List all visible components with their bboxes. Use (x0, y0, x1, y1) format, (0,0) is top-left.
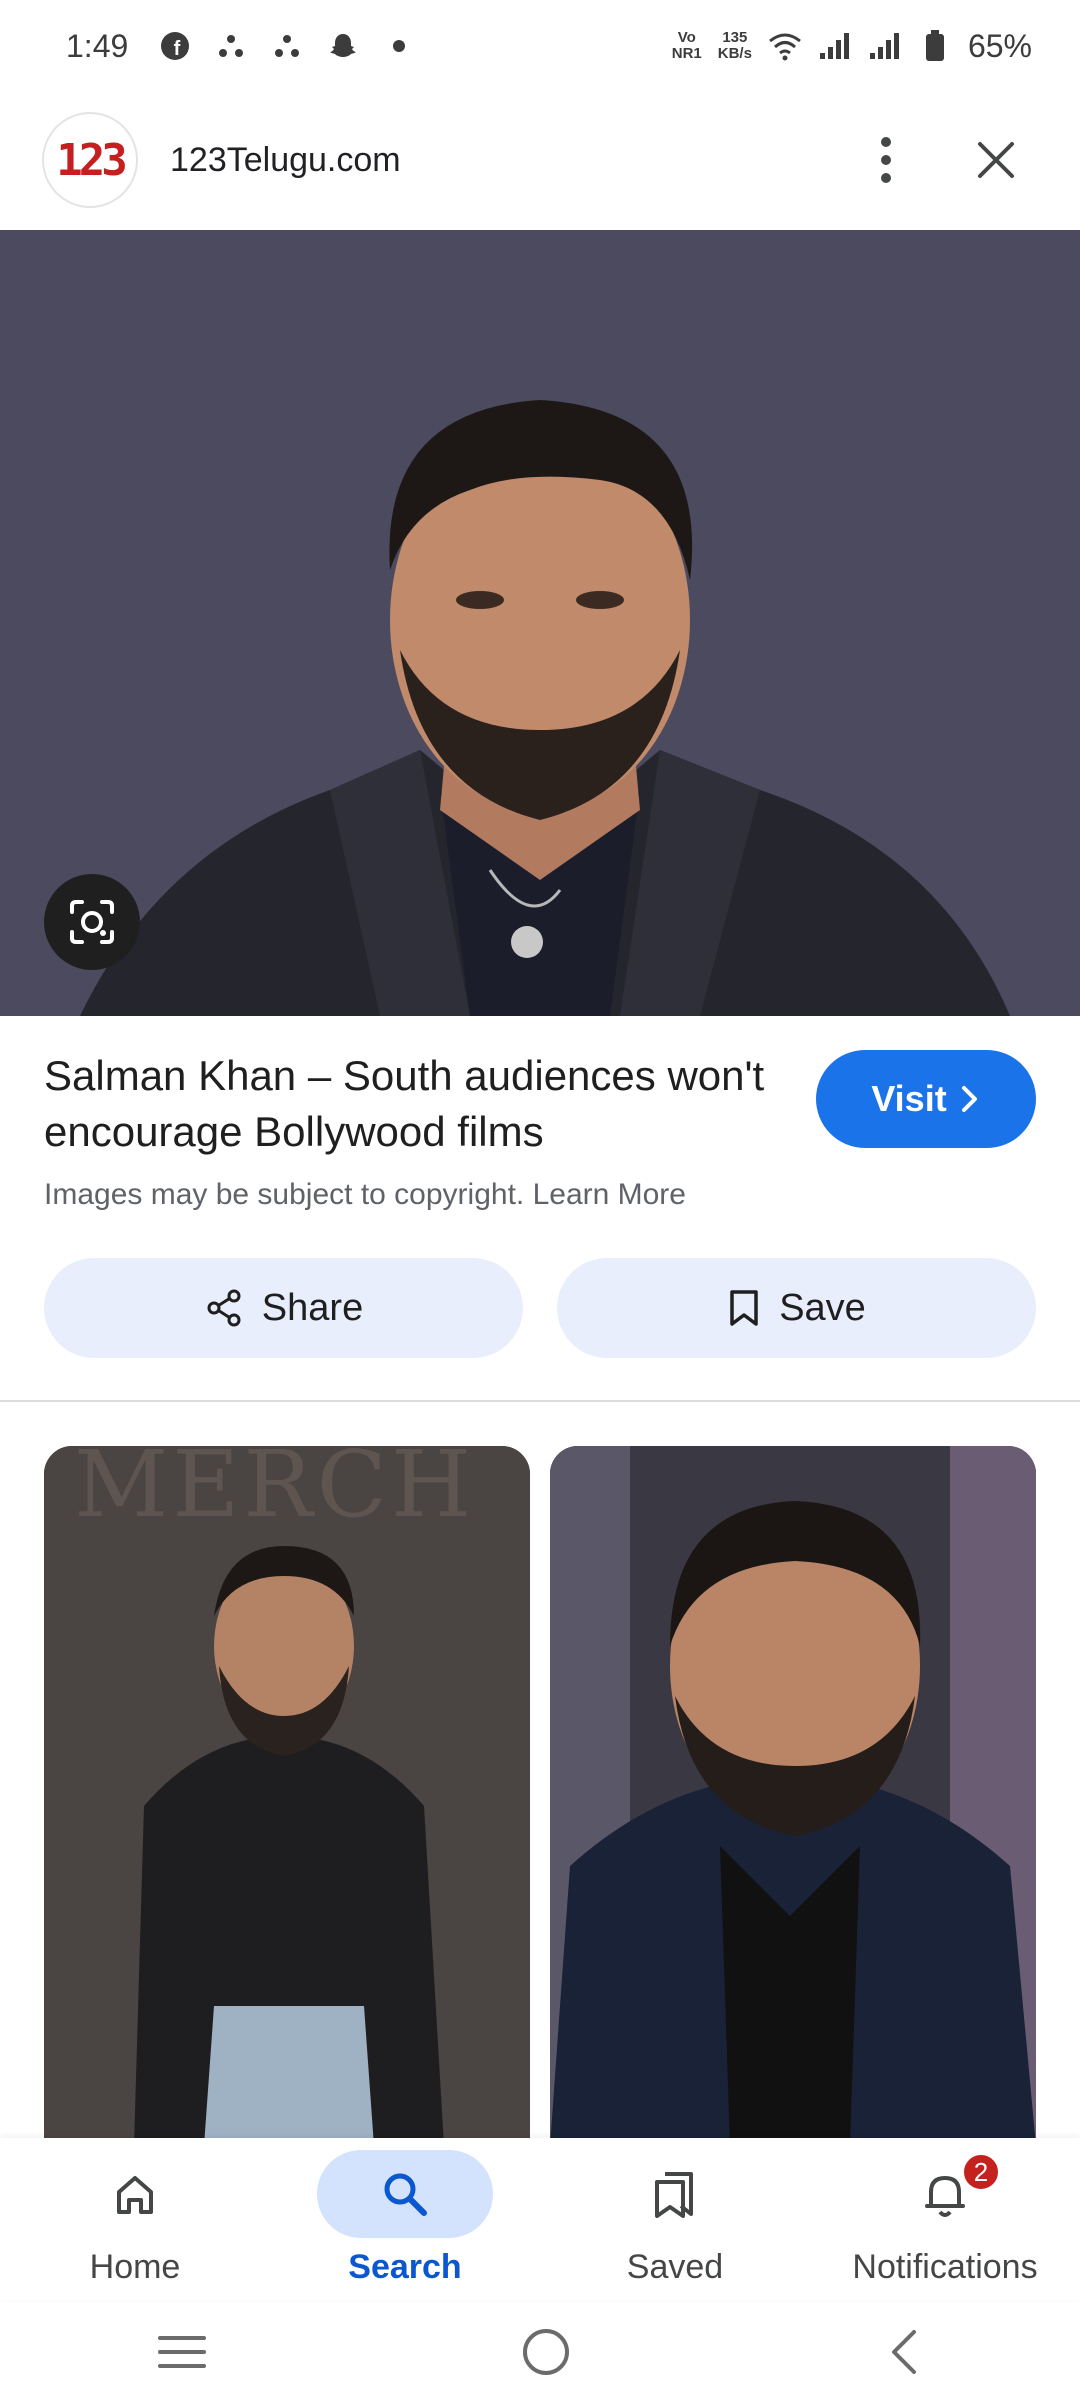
status-right: Vo NR1 135 KB/s 65% (672, 28, 1032, 65)
nav-search-label: Search (348, 2248, 462, 2286)
save-button[interactable]: Save (557, 1258, 1036, 1358)
svg-text:f: f (174, 38, 181, 60)
facebook-icon: f (158, 29, 192, 63)
man-closeup-image (550, 1446, 1036, 2146)
google-lens-button[interactable] (44, 874, 140, 970)
signal-icon (868, 29, 902, 63)
speed-unit: KB/s (717, 45, 752, 62)
main-image[interactable] (0, 230, 1080, 1016)
man-portrait-image (0, 230, 1080, 1016)
related-image[interactable]: MERCH (44, 1446, 530, 2146)
save-label: Save (779, 1286, 866, 1329)
bookmark-icon (730, 1290, 758, 1326)
network-speed: 135 KB/s (718, 30, 752, 62)
speed-value: 135 (722, 29, 748, 46)
nav-saved-icon-wrap (587, 2150, 763, 2238)
home-circle-icon (522, 2328, 569, 2375)
related-image[interactable] (550, 1446, 1036, 2146)
recents-icon (158, 2335, 207, 2368)
nav-notifications-label: Notifications (852, 2248, 1038, 2286)
bottom-navigation: Home Search Saved 2 Notifications (0, 2138, 1080, 2300)
app-notification-icon (214, 29, 248, 63)
nav-saved[interactable]: Saved (540, 2138, 810, 2300)
volte-indicator: Vo NR1 (672, 30, 702, 62)
system-navigation-bar (0, 2300, 1080, 2408)
action-row: Share Save (44, 1258, 1036, 1358)
visit-label: Visit (871, 1078, 947, 1119)
more-vert-icon (881, 137, 891, 183)
more-notifications-dot-icon (382, 29, 416, 63)
volte-top: Vo (677, 29, 696, 46)
close-icon (978, 142, 1014, 178)
lens-icon (70, 900, 114, 944)
divider (0, 1400, 1080, 1402)
home-icon (117, 2176, 153, 2214)
nav-notifications[interactable]: 2 Notifications (810, 2138, 1080, 2300)
app-bar: 123 123Telugu.com (0, 110, 1080, 210)
back-icon (891, 2329, 916, 2374)
signal-icon (818, 29, 852, 63)
copyright-notice[interactable]: Images may be subject to copyright. Lear… (44, 1178, 784, 1212)
nav-saved-label: Saved (626, 2248, 724, 2286)
man-standing-image: MERCH (44, 1446, 530, 2146)
share-label: Share (261, 1286, 364, 1329)
nav-notifications-icon-wrap: 2 (857, 2150, 1033, 2238)
search-icon (384, 2173, 427, 2216)
battery-icon (918, 29, 952, 63)
back-button[interactable] (884, 2327, 924, 2382)
snapchat-icon (326, 29, 360, 63)
battery-percent: 65% (967, 27, 1032, 64)
visit-button[interactable]: Visit (816, 1050, 1036, 1148)
app-notification-icon (270, 29, 304, 63)
result-title[interactable]: Salman Khan – South audiences won't enco… (44, 1048, 784, 1160)
site-logo-text: 123 (56, 134, 128, 186)
result-info: Salman Khan – South audiences won't enco… (44, 1048, 784, 1212)
status-time: 1:49 (66, 27, 129, 64)
chevron-right-icon (961, 1086, 977, 1112)
wifi-icon (768, 29, 802, 63)
nav-search[interactable]: Search (270, 2138, 540, 2300)
more-options-button[interactable] (846, 120, 926, 200)
nav-search-icon-wrap (317, 2150, 493, 2238)
status-bar: 1:49 f Vo NR1 135 KB/s 65% (0, 0, 1080, 92)
home-system-button[interactable] (521, 2327, 571, 2382)
nav-home-icon-wrap (47, 2150, 223, 2238)
share-icon (207, 1289, 241, 1327)
recents-button[interactable] (156, 2332, 208, 2377)
share-button[interactable]: Share (44, 1258, 523, 1358)
site-logo[interactable]: 123 (44, 114, 136, 206)
nav-home[interactable]: Home (0, 2138, 270, 2300)
saved-icon (655, 2172, 693, 2218)
close-button[interactable] (956, 120, 1036, 200)
status-left: 1:49 f (66, 28, 416, 65)
notification-badge: 2 (961, 2152, 1001, 2192)
volte-bottom: NR1 (671, 45, 702, 62)
site-name[interactable]: 123Telugu.com (170, 141, 846, 180)
nav-home-label: Home (89, 2248, 181, 2286)
backdrop-text: MERCH (74, 1446, 475, 1538)
